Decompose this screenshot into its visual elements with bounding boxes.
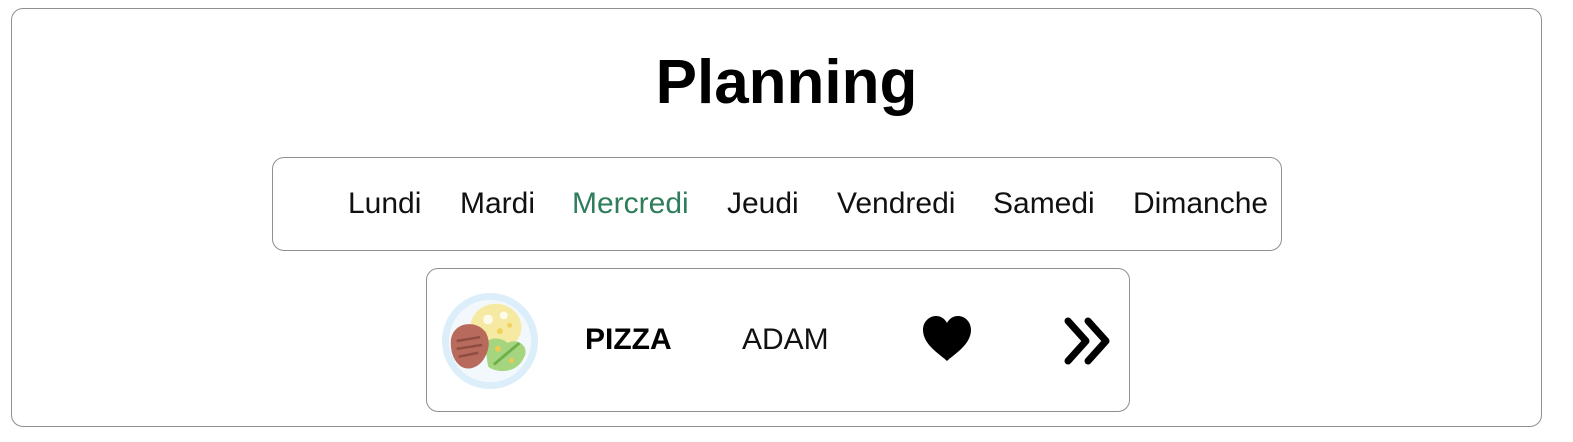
meal-name: PIZZA <box>585 323 672 356</box>
tab-samedi[interactable]: Samedi <box>993 186 1095 222</box>
heart-icon[interactable] <box>921 315 973 363</box>
tab-lundi[interactable]: Lundi <box>348 186 421 222</box>
meal-person: ADAM <box>742 323 829 356</box>
tab-mercredi[interactable]: Mercredi <box>572 186 689 222</box>
tab-dimanche[interactable]: Dimanche <box>1133 186 1268 222</box>
page-title: Planning <box>655 48 918 117</box>
tab-mardi[interactable]: Mardi <box>460 186 535 222</box>
double-chevron-right-icon[interactable] <box>1064 317 1116 365</box>
meal-card: PIZZA ADAM <box>426 268 1130 412</box>
tab-jeudi[interactable]: Jeudi <box>727 186 799 222</box>
tab-vendredi[interactable]: Vendredi <box>837 186 955 222</box>
days-tab-bar: Lundi Mardi Mercredi Jeudi Vendredi Same… <box>272 157 1282 251</box>
plate-food-icon <box>441 292 539 390</box>
